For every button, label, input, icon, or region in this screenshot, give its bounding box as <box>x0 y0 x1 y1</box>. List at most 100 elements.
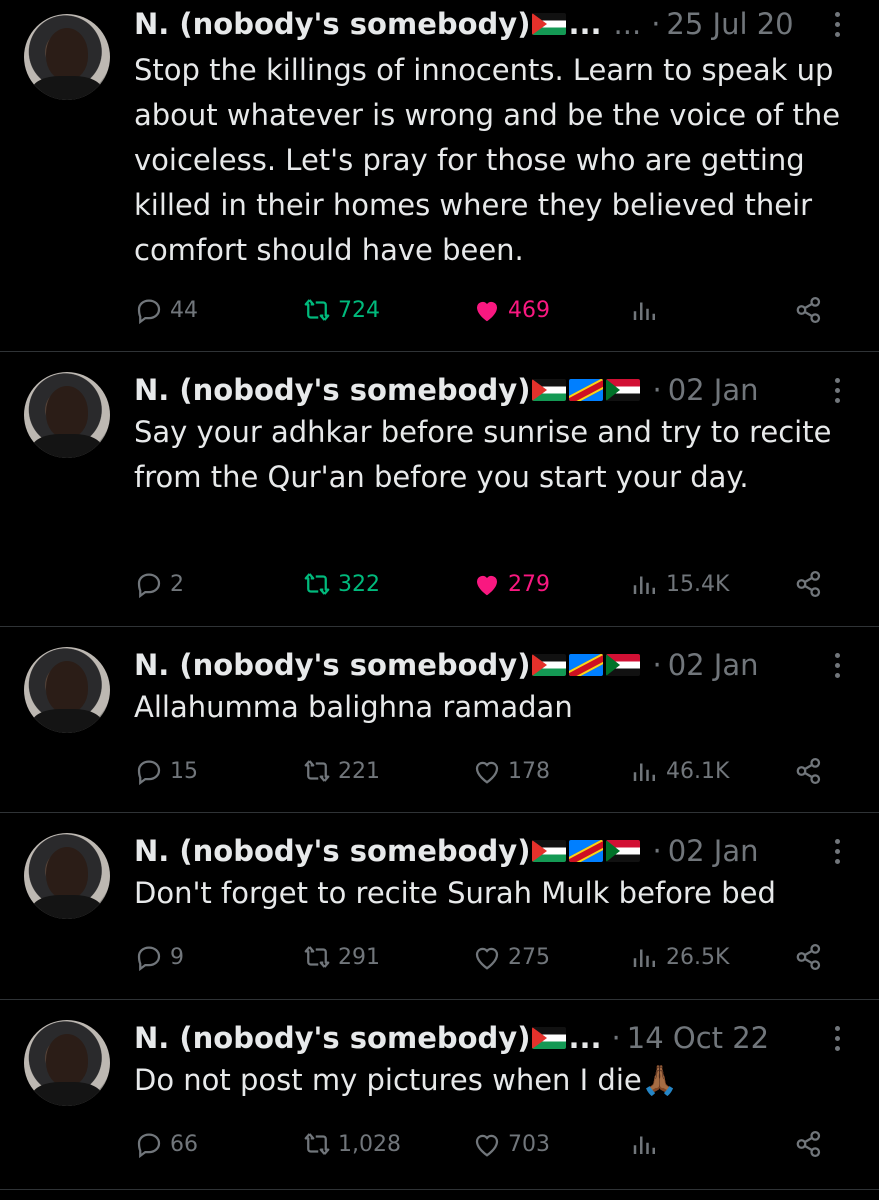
reply-button[interactable]: 66 <box>134 1124 198 1164</box>
tweet-text: Allahumma balighna ramadan <box>134 690 573 724</box>
flag-emojis <box>532 840 641 862</box>
retweet-icon <box>304 946 330 968</box>
dr-congo-flag-icon <box>569 840 604 862</box>
retweet-button[interactable]: 291 <box>302 937 380 977</box>
like-count: 279 <box>508 571 550 597</box>
more-icon[interactable] <box>825 1018 849 1058</box>
views-icon <box>633 302 655 320</box>
tweet-header: N. (nobody's somebody) · 02 Jan <box>134 370 859 410</box>
dr-congo-flag-icon <box>569 379 604 401</box>
views-icon <box>633 763 655 781</box>
more-icon[interactable] <box>825 4 849 44</box>
display-name[interactable]: N. (nobody's somebody) <box>134 1021 530 1055</box>
tweet-actions: 2 322 279 15.4K <box>134 564 839 604</box>
share-button[interactable] <box>794 564 824 604</box>
retweet-icon <box>304 760 330 782</box>
display-name[interactable]: N. (nobody's somebody) <box>134 373 530 407</box>
flag-emojis <box>532 1027 567 1049</box>
retweet-button[interactable]: 322 <box>302 564 380 604</box>
sudan-flag-icon <box>606 840 641 862</box>
reply-icon <box>137 760 161 786</box>
separator: · <box>652 648 662 682</box>
share-button[interactable] <box>794 290 824 330</box>
sudan-flag-icon <box>606 654 641 676</box>
display-name[interactable]: N. (nobody's somebody) <box>134 7 530 41</box>
like-button[interactable]: 703 <box>472 1124 550 1164</box>
like-button[interactable]: 178 <box>472 751 550 791</box>
tweet-date[interactable]: 14 Oct 22 <box>627 1021 769 1055</box>
views-button[interactable] <box>630 290 666 330</box>
tweet[interactable]: N. (nobody's somebody) · 02 Jan Say your… <box>0 352 879 627</box>
tweet[interactable]: N. (nobody's somebody) ... · 14 Oct 22 D… <box>0 1000 879 1190</box>
more-icon[interactable] <box>825 370 849 410</box>
retweet-count: 1,028 <box>338 1131 401 1157</box>
reply-count: 66 <box>170 1131 198 1157</box>
retweet-count: 322 <box>338 571 380 597</box>
views-button[interactable]: 15.4K <box>630 564 729 604</box>
like-count: 703 <box>508 1131 550 1157</box>
share-icon <box>796 571 821 597</box>
views-button[interactable]: 26.5K <box>630 937 729 977</box>
tweet-actions: 9 291 275 26.5K <box>134 937 839 977</box>
retweet-icon <box>304 573 330 595</box>
reply-icon <box>137 946 161 972</box>
avatar[interactable] <box>24 372 110 458</box>
like-button[interactable]: 275 <box>472 937 550 977</box>
tweet-date[interactable]: 02 Jan <box>668 373 759 407</box>
avatar[interactable] <box>24 647 110 733</box>
handle-ellipsis: ... <box>613 7 642 41</box>
views-icon <box>633 1136 655 1154</box>
views-icon <box>633 949 655 967</box>
view-count: 26.5K <box>666 944 730 970</box>
tweet[interactable]: N. (nobody's somebody) ... ... · 25 Jul … <box>0 0 879 352</box>
share-button[interactable] <box>794 937 824 977</box>
tweet-date[interactable]: 02 Jan <box>668 648 759 682</box>
share-button[interactable] <box>794 751 824 791</box>
avatar[interactable] <box>24 14 110 100</box>
separator: · <box>651 7 661 41</box>
tweet-text: Stop the killings of innocents. Learn to… <box>134 53 841 267</box>
palestine-flag-icon <box>532 840 567 862</box>
name-ellipsis: ... <box>568 1021 602 1055</box>
more-icon[interactable] <box>825 645 849 685</box>
tweet-date[interactable]: 25 Jul 20 <box>666 7 793 41</box>
reply-button[interactable]: 44 <box>134 290 198 330</box>
tweet-text: Say your adhkar before sunrise and try t… <box>134 415 832 494</box>
reply-button[interactable]: 9 <box>134 937 184 977</box>
views-button[interactable]: 46.1K <box>630 751 729 791</box>
heart-icon <box>475 1134 499 1157</box>
views-button[interactable] <box>630 1124 666 1164</box>
like-count: 469 <box>508 297 550 323</box>
display-name[interactable]: N. (nobody's somebody) <box>134 648 530 682</box>
tweet[interactable]: N. (nobody's somebody) · 02 Jan Allahumm… <box>0 627 879 813</box>
separator: · <box>611 1021 621 1055</box>
retweet-count: 724 <box>338 297 380 323</box>
tweet-text: Don't forget to recite Surah Mulk before… <box>134 876 776 910</box>
share-button[interactable] <box>794 1124 824 1164</box>
like-button[interactable]: 469 <box>472 290 550 330</box>
reply-button[interactable]: 2 <box>134 564 184 604</box>
reply-button[interactable]: 15 <box>134 751 198 791</box>
avatar[interactable] <box>24 833 110 919</box>
avatar[interactable] <box>24 1020 110 1106</box>
retweet-button[interactable]: 221 <box>302 751 380 791</box>
name-ellipsis: ... <box>568 7 602 41</box>
retweet-button[interactable]: 724 <box>302 290 380 330</box>
retweet-icon <box>304 299 330 321</box>
palestine-flag-icon <box>532 379 567 401</box>
retweet-button[interactable]: 1,028 <box>302 1124 401 1164</box>
tweet-date[interactable]: 02 Jan <box>668 834 759 868</box>
heart-icon <box>477 575 497 596</box>
views-icon <box>633 576 655 594</box>
flag-emojis <box>532 654 641 676</box>
tweet-header: N. (nobody's somebody) ... · 14 Oct 22 <box>134 1018 859 1058</box>
like-button[interactable]: 279 <box>472 564 550 604</box>
separator: · <box>652 834 662 868</box>
like-count: 275 <box>508 944 550 970</box>
display-name[interactable]: N. (nobody's somebody) <box>134 834 530 868</box>
more-icon[interactable] <box>825 831 849 871</box>
view-count: 15.4K <box>666 571 730 597</box>
tweet-header: N. (nobody's somebody) ... ... · 25 Jul … <box>134 4 859 44</box>
tweet[interactable]: N. (nobody's somebody) · 02 Jan Don't fo… <box>0 813 879 1000</box>
separator: · <box>652 373 662 407</box>
